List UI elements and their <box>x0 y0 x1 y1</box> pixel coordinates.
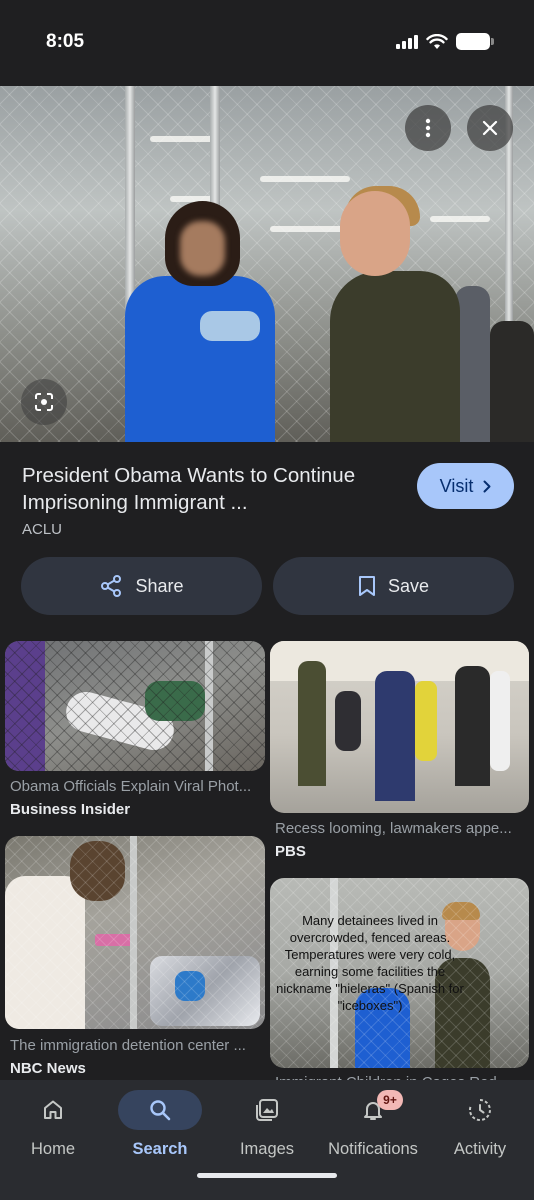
more-vertical-icon <box>425 118 431 138</box>
activity-icon <box>468 1099 491 1121</box>
more-options-button[interactable] <box>405 105 451 151</box>
related-source-1: Business Insider <box>10 801 131 818</box>
status-icons <box>396 33 494 50</box>
nav-activity-label: Activity <box>453 1140 507 1158</box>
nav-images[interactable]: Images <box>217 1090 317 1159</box>
visit-label: Visit <box>439 475 474 496</box>
nav-images-label: Images <box>239 1140 295 1158</box>
save-button[interactable]: Save <box>273 557 514 615</box>
nav-notifications-label: Notifications <box>328 1140 418 1158</box>
nav-notifications[interactable]: 9+ Notifications <box>323 1090 423 1159</box>
images-icon <box>256 1099 278 1121</box>
battery-icon <box>456 33 494 50</box>
related-source-3: NBC News <box>10 1060 86 1077</box>
bookmark-icon <box>358 576 375 596</box>
google-lens-icon <box>35 393 53 411</box>
related-image-2[interactable] <box>270 641 529 813</box>
cellular-signal-icon <box>396 34 418 49</box>
wifi-icon <box>426 33 448 49</box>
close-icon <box>482 120 498 136</box>
related-image-4[interactable]: Many detainees lived in overcrowded, fen… <box>270 878 529 1068</box>
nav-search-label: Search <box>132 1140 188 1158</box>
related-caption-3[interactable]: The immigration detention center ... <box>10 1037 265 1054</box>
bottom-navigation: Home Search Images 9+ Notifications Acti… <box>0 1080 534 1200</box>
nav-home-label: Home <box>30 1140 75 1158</box>
related-caption-1[interactable]: Obama Officials Explain Viral Phot... <box>10 778 265 795</box>
status-time: 8:05 <box>46 31 85 52</box>
home-icon <box>44 1100 62 1119</box>
result-source: ACLU <box>22 521 63 538</box>
visit-button[interactable]: Visit <box>417 463 514 509</box>
lens-search-button[interactable] <box>21 379 67 425</box>
share-label: Share <box>135 575 184 596</box>
home-indicator[interactable] <box>197 1173 337 1178</box>
share-icon <box>101 575 122 597</box>
nav-search[interactable]: Search <box>110 1090 210 1159</box>
related-image-4-overlay-text: Many detainees lived in overcrowded, fen… <box>276 913 464 1013</box>
share-button[interactable]: Share <box>21 557 262 615</box>
notifications-badge: 9+ <box>377 1090 403 1110</box>
status-bar: 8:05 <box>0 0 534 86</box>
save-label: Save <box>387 575 430 596</box>
nav-activity[interactable]: Activity <box>430 1090 530 1159</box>
search-icon <box>150 1100 171 1121</box>
nav-home[interactable]: Home <box>3 1090 103 1159</box>
related-source-2: PBS <box>275 843 306 860</box>
chevron-right-icon <box>483 480 491 492</box>
related-image-1[interactable] <box>5 641 265 771</box>
hero-image[interactable] <box>0 86 534 442</box>
related-caption-2[interactable]: Recess looming, lawmakers appe... <box>275 820 529 837</box>
related-image-3[interactable] <box>5 836 265 1029</box>
close-button[interactable] <box>467 105 513 151</box>
result-title[interactable]: President Obama Wants to Continue Impris… <box>22 462 392 516</box>
